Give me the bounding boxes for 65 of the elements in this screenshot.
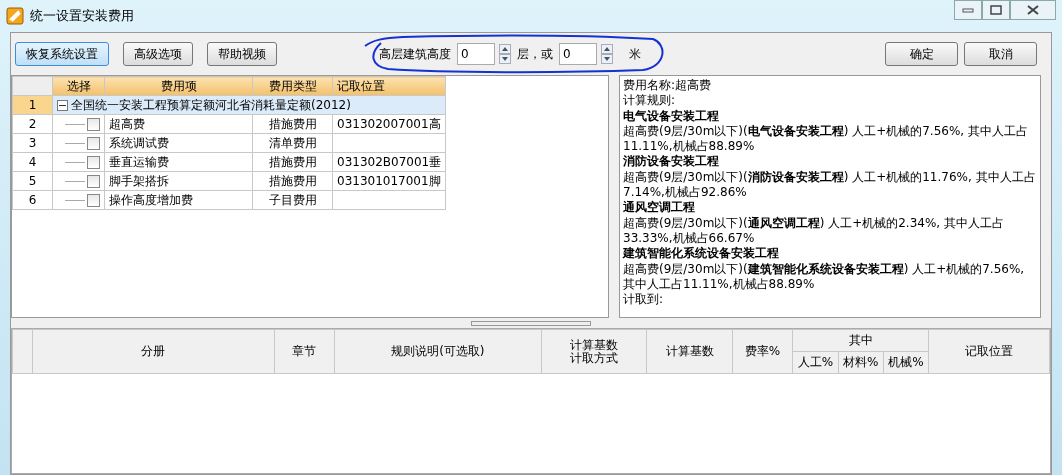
column-header: 费用项 [104,76,253,96]
section-heading: 消防设备安装工程 [623,154,720,170]
rule-text: 超高费(9层/30m以下)(建筑智能化系统设备安装工程) 人工+机械的7.56%, 其中人工占11.11%,机械占88.89% [623,261,1026,293]
spin-arrows-icon[interactable] [499,44,511,64]
rule-text: 超高费(9层/30m以下)(电气设备安装工程) 人工+机械的7.56%, 其中人工占11.11%,机械占88.89% [623,123,1029,154]
table-cell: 清单费用 [268,135,317,150]
table-cell: 超高费 [109,116,145,131]
floors-field[interactable]: 0 [457,43,495,65]
section-heading: 建筑智能化系统设备安装工程 [623,246,780,262]
minimize-button[interactable] [954,0,982,20]
splitter-handle[interactable] [471,320,591,326]
height-label: 高层建筑高度 [379,46,451,63]
column-header: 计取方式 [568,351,619,365]
table-cell: 031302007001高 [337,116,441,131]
collapse-icon[interactable] [57,99,68,111]
table-cell: 措施费用 [268,154,317,169]
close-button[interactable] [1010,0,1056,20]
rule-text: 超高费(9层/30m以下)(消防设备安装工程) 人工+机械的11.76%, 其中人工占7.14%,机械占92.86% [623,169,1037,200]
rule-text: 超高费(9层/30m以下)(通风空调工程) 人工+机械的2.34%, 其中人工占33.33%,机械占66.67% [623,215,1005,246]
minimize-icon [962,6,974,14]
toolbar-button[interactable]: 恢复系统设置 [15,42,109,66]
table-cell: 措施费用 [268,173,317,188]
column-header: 费用类型 [252,76,333,96]
column-header: 记取位置 [332,76,446,96]
meters-field[interactable]: 0 [559,43,597,65]
group-label: 全国统一安装工程预算定额河北省消耗量定额(2012) [71,97,351,112]
maximize-button[interactable] [982,0,1010,20]
checkbox[interactable] [87,174,100,188]
column-header: 计算基数 [568,338,619,352]
toolbar-button[interactable]: 帮助视频 [207,42,277,66]
checkbox[interactable] [87,193,100,207]
app-icon [6,7,24,25]
table-cell: 031301017001脚 [337,173,441,188]
column-header: 记取位置 [928,329,1050,374]
checkbox[interactable] [87,155,100,169]
table-cell: 031302B07001垂 [337,154,442,169]
meters-unit-label: 米 [629,46,641,63]
table-cell: 子目费用 [268,192,317,207]
column-header: 章节 [274,329,335,374]
table-cell: 垂直运输费 [109,154,169,169]
rule-text: 费用名称:超高费 [623,78,713,94]
column-header: 规则说明(可选取) [334,329,542,374]
maximize-icon [990,5,1002,15]
column-header: 计算基数 [646,329,733,374]
table-cell: 脚手架搭拆 [109,173,169,188]
table-cell: 措施费用 [268,116,317,131]
column-header: 分册 [32,329,275,374]
section-heading: 通风空调工程 [623,200,696,216]
checkbox[interactable] [87,136,100,150]
table-cell: 操作高度增加费 [109,192,193,207]
column-header: 费率% [732,329,793,374]
toolbar-button[interactable]: 高级选项 [123,42,193,66]
dialog-button[interactable]: 取消 [964,42,1037,66]
dialog-button[interactable]: 确定 [885,42,958,66]
column-header: 其中 [792,329,929,352]
window-title: 统一设置安装费用 [30,7,134,26]
table-cell: 系统调试费 [109,135,169,150]
close-icon [1027,5,1039,15]
column-header: 选择 [52,76,105,96]
spin-arrows-icon[interactable] [601,44,613,64]
floors-unit-label: 层，或 [517,46,553,63]
rule-text: 计取到: [623,292,665,308]
section-heading: 电气设备安装工程 [623,108,720,124]
rule-text: 计算规则: [623,93,677,109]
checkbox[interactable] [87,117,100,131]
